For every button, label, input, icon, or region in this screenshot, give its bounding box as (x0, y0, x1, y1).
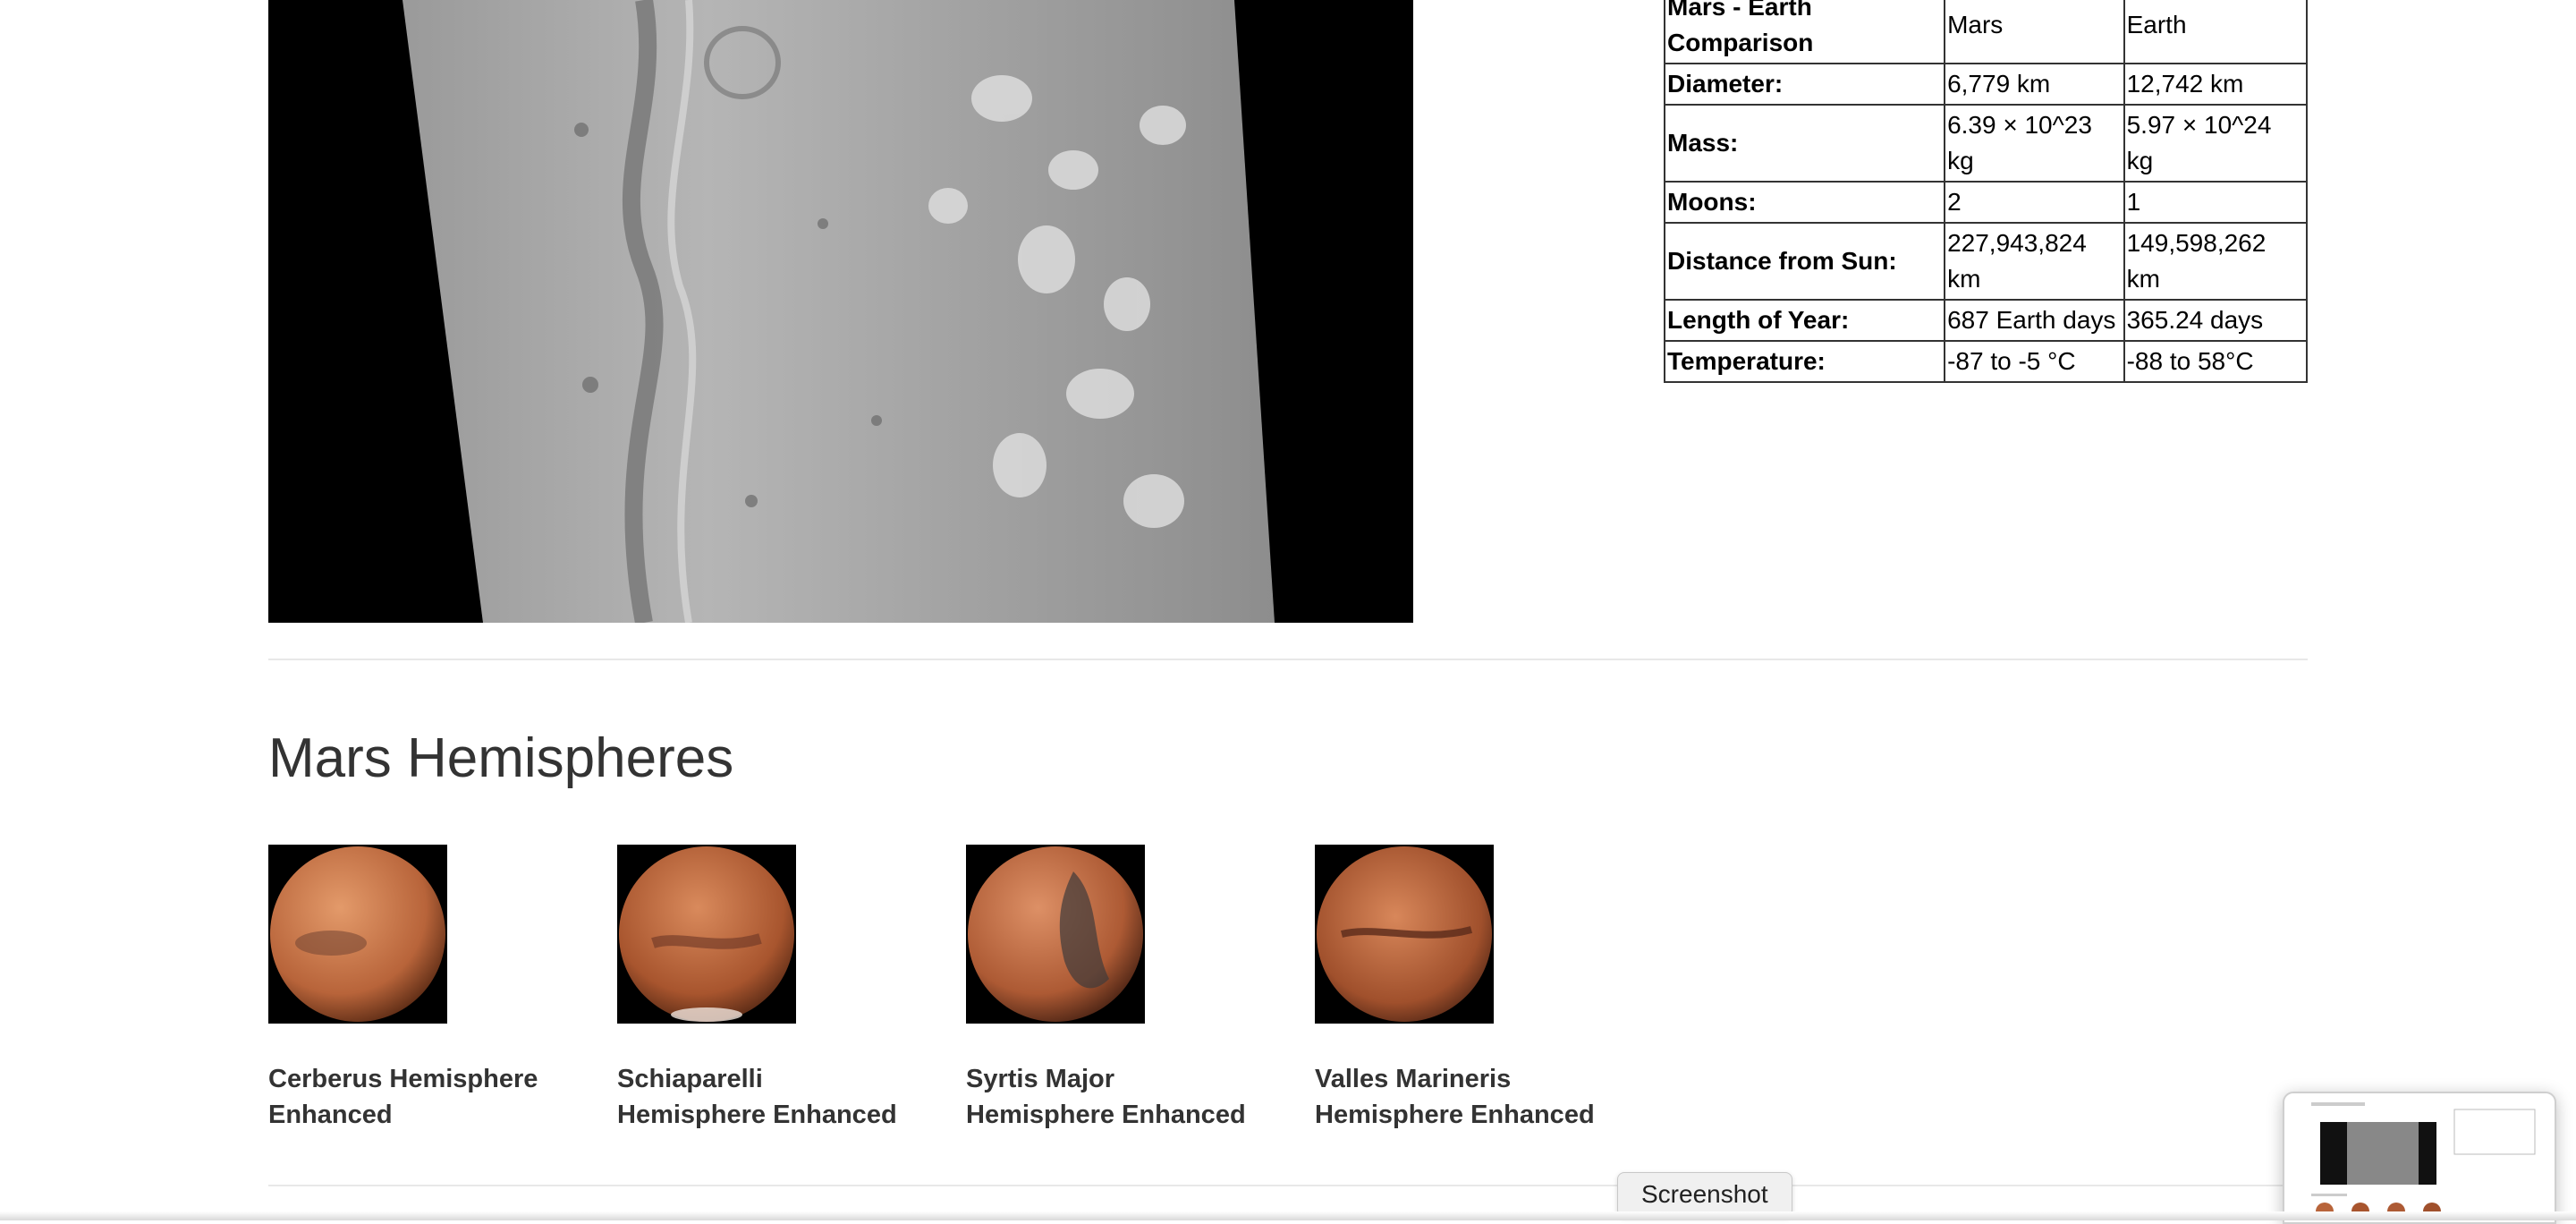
hemisphere-caption[interactable]: Valles Marineris Hemisphere Enhanced (1315, 1061, 1610, 1133)
table-row: Mass: 6.39 × 10^23 kg 5.97 × 10^24 kg (1663, 104, 2309, 183)
row-label: Diameter: (1663, 63, 1946, 106)
hemisphere-card[interactable]: Cerberus Hemisphere Enhanced (268, 845, 564, 1133)
hemisphere-card[interactable]: Valles Marineris Hemisphere Enhanced (1315, 845, 1610, 1133)
table-row: Diameter: 6,779 km 12,742 km (1663, 63, 2309, 106)
hemisphere-caption[interactable]: Syrtis Major Hemisphere Enhanced (966, 1061, 1261, 1133)
earth-value: 149,598,262 km (2123, 222, 2309, 301)
earth-value: -88 to 58°C (2123, 340, 2309, 383)
earth-value: 1 (2123, 181, 2309, 224)
hemisphere-thumbnail[interactable] (966, 845, 1145, 1024)
table-row: Distance from Sun: 227,943,824 km 149,59… (1663, 222, 2309, 301)
mars-value: 687 Earth days (1944, 299, 2125, 342)
hemisphere-thumbnail[interactable] (268, 845, 447, 1024)
table-row: Temperature: -87 to -5 °C -88 to 58°C (1663, 340, 2309, 383)
hemispheres-title: Mars Hemispheres (268, 727, 734, 789)
mars-value: 227,943,824 km (1944, 222, 2125, 301)
table-header-row: Mars - Earth Comparison Mars Earth (1663, 0, 2309, 64)
hemisphere-caption[interactable]: Schiaparelli Hemisphere Enhanced (617, 1061, 912, 1133)
table-row: Length of Year: 687 Earth days 365.24 da… (1663, 299, 2309, 342)
row-label: Temperature: (1663, 340, 1946, 383)
table-header-mars: Mars (1944, 0, 2125, 64)
hemisphere-card[interactable]: Syrtis Major Hemisphere Enhanced (966, 845, 1261, 1133)
hemisphere-thumbnail[interactable] (1315, 845, 1494, 1024)
mars-value: 2 (1944, 181, 2125, 224)
screenshot-thumbnail-preview[interactable] (2283, 1092, 2556, 1224)
mars-value: 6.39 × 10^23 kg (1944, 104, 2125, 183)
row-label: Mass: (1663, 104, 1946, 183)
row-label: Moons: (1663, 181, 1946, 224)
section-divider (268, 659, 2308, 660)
featured-mars-image (268, 0, 1413, 623)
hemisphere-thumbnail[interactable] (617, 845, 796, 1024)
mars-earth-facts-table: Mars - Earth Comparison Mars Earth Diame… (1663, 0, 2309, 383)
row-label: Distance from Sun: (1663, 222, 1946, 301)
earth-value: 12,742 km (2123, 63, 2309, 106)
mars-value: -87 to -5 °C (1944, 340, 2125, 383)
earth-value: 5.97 × 10^24 kg (2123, 104, 2309, 183)
table-header-earth: Earth (2123, 0, 2309, 64)
table-row: Moons: 2 1 (1663, 181, 2309, 224)
section-divider (268, 1185, 2308, 1186)
screenshot-tooltip: Screenshot (1617, 1172, 1792, 1217)
hemisphere-caption[interactable]: Cerberus Hemisphere Enhanced (268, 1061, 564, 1133)
table-header-label: Mars - Earth Comparison (1663, 0, 1946, 64)
row-label: Length of Year: (1663, 299, 1946, 342)
earth-value: 365.24 days (2123, 299, 2309, 342)
hemisphere-card[interactable]: Schiaparelli Hemisphere Enhanced (617, 845, 912, 1133)
mars-value: 6,779 km (1944, 63, 2125, 106)
window-bottom-edge (0, 1211, 2576, 1220)
